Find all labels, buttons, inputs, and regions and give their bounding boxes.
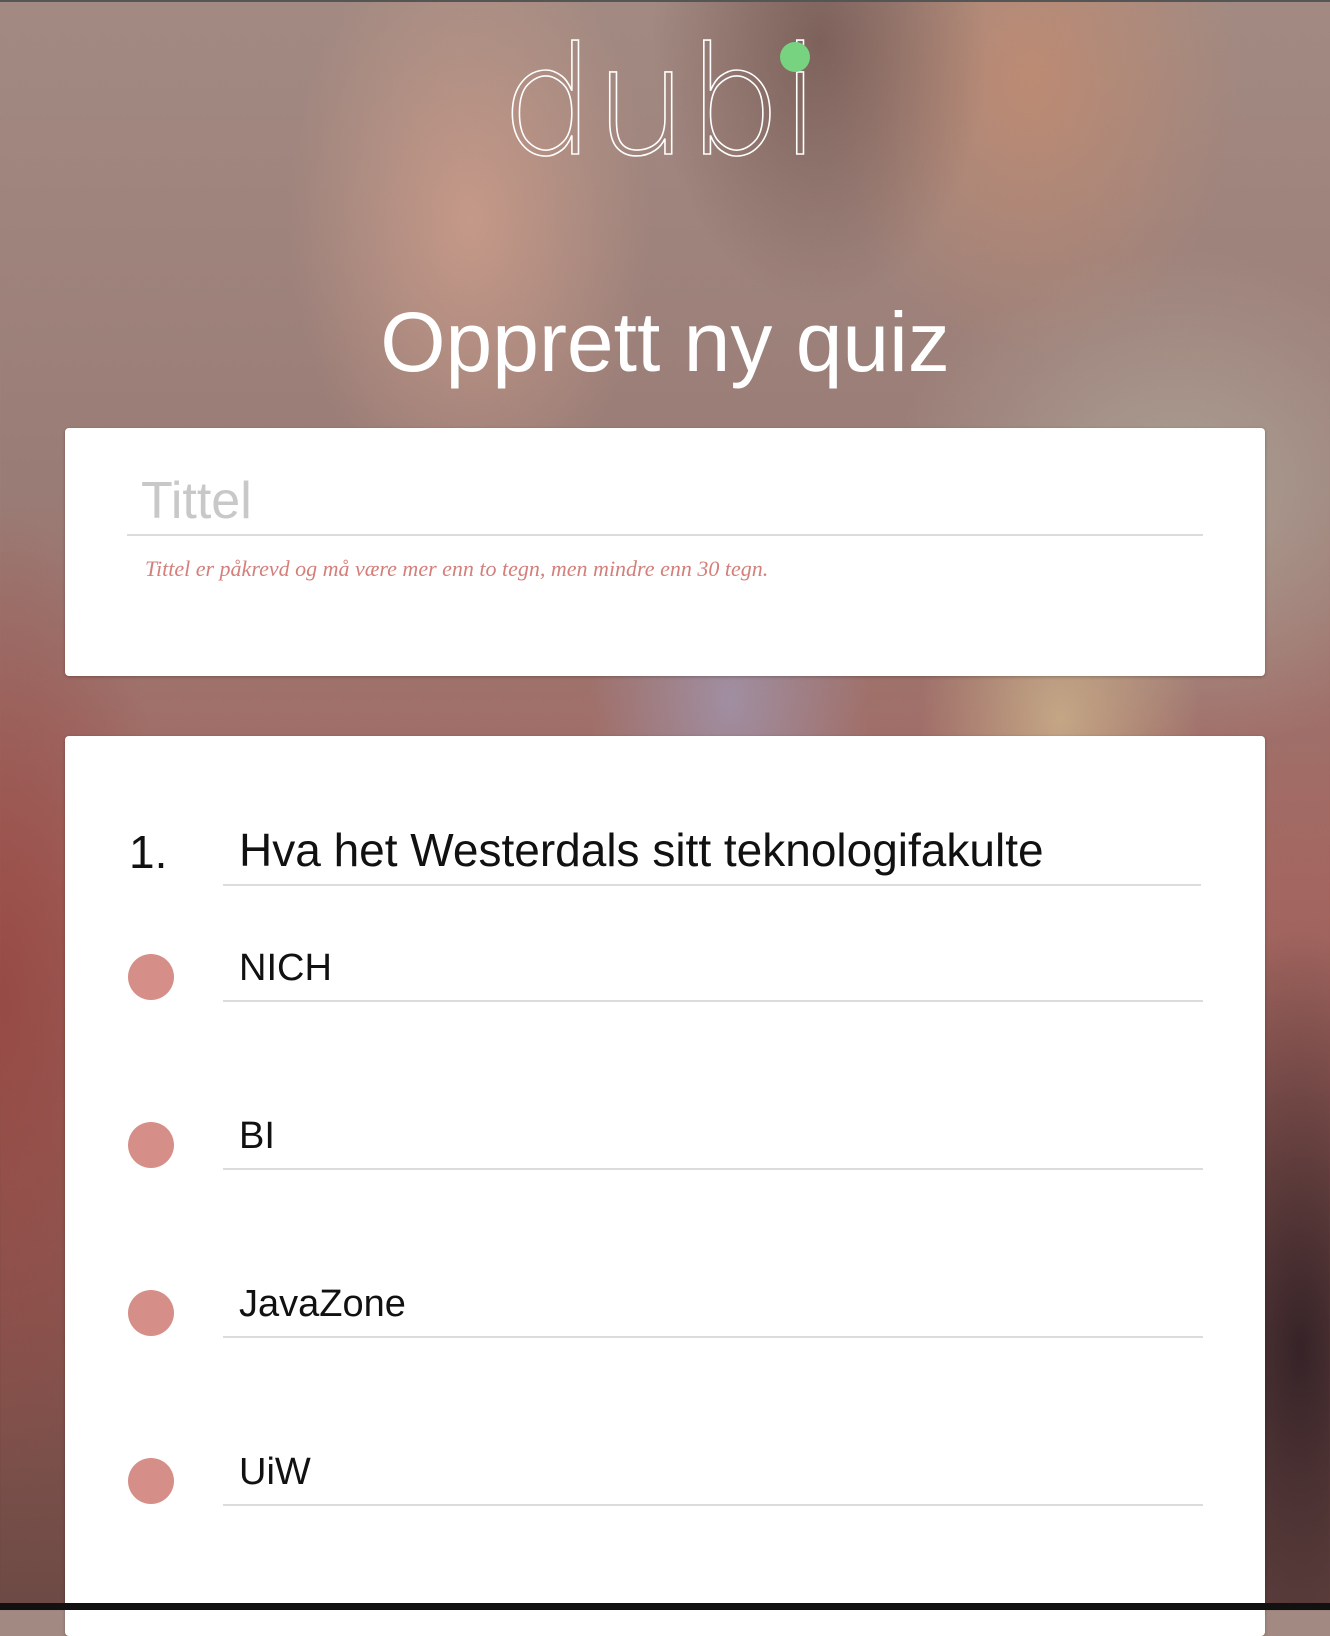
logo-dot-icon (780, 42, 810, 72)
answer-row (65, 1272, 1265, 1342)
question-card: 1. (65, 736, 1265, 1636)
answer-input[interactable] (223, 936, 1203, 1002)
answer-input[interactable] (223, 1440, 1203, 1506)
page-title: Opprett ny quiz (380, 295, 950, 390)
title-error-message: Tittel er påkrevd og må være mer enn to … (145, 556, 769, 581)
answer-correct-toggle-icon[interactable] (128, 1458, 174, 1504)
answer-row (65, 936, 1265, 1006)
answer-input[interactable] (223, 1272, 1203, 1338)
window-bottom-border (0, 1603, 1330, 1610)
answer-correct-toggle-icon[interactable] (128, 954, 174, 1000)
dubi-logo: dubi (500, 16, 823, 190)
answer-correct-toggle-icon[interactable] (128, 1122, 174, 1168)
question-number: 1. (129, 826, 168, 878)
answer-row (65, 1440, 1265, 1510)
title-card: Tittel er påkrevd og må være mer enn to … (65, 428, 1265, 676)
quiz-title-input[interactable] (127, 468, 1203, 536)
answer-row (65, 1104, 1265, 1174)
window-top-border (0, 0, 1330, 2)
answer-correct-toggle-icon[interactable] (128, 1290, 174, 1336)
answer-input[interactable] (223, 1104, 1203, 1170)
question-text-input[interactable] (223, 816, 1201, 886)
